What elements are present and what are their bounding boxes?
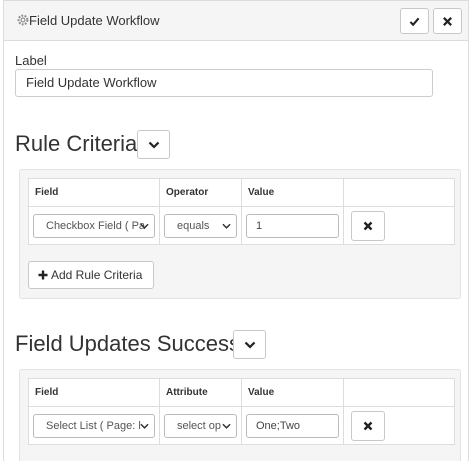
table-row: Checkbox Field ( Pa equals 1: [28, 206, 455, 245]
rule-criteria-toggle-button[interactable]: [137, 130, 170, 159]
field-select[interactable]: Select List ( Page: l: [33, 413, 155, 438]
gear-icon: [17, 14, 29, 26]
confirm-button[interactable]: [400, 8, 429, 34]
field-select-value: Select List ( Page: l: [46, 419, 141, 432]
column-header-field: Field: [28, 378, 160, 407]
chevron-down-icon: [222, 423, 231, 429]
rule-criteria-table: Field Operator Value Checkbox Field ( Pa: [28, 178, 455, 245]
column-header-operator: Operator: [159, 178, 242, 207]
chevron-down-icon: [140, 423, 149, 429]
chevron-down-icon: [140, 223, 149, 229]
add-rule-criteria-label: Add Rule Criteria: [51, 268, 143, 282]
column-header-actions: [343, 378, 455, 407]
field-updates-success-heading: Field Updates Success: [15, 331, 240, 356]
attribute-select[interactable]: select op: [164, 413, 237, 438]
value-input[interactable]: One;Two: [246, 413, 339, 438]
field-updates-success-well: Field Attribute Value Select List ( Page…: [19, 369, 461, 461]
remove-criteria-button[interactable]: [351, 210, 385, 241]
field-updates-table: Field Attribute Value Select List ( Page…: [28, 378, 455, 445]
close-button[interactable]: [433, 8, 462, 34]
close-icon: [363, 221, 373, 230]
plus-icon: [38, 270, 48, 280]
field-select-value: Checkbox Field ( Pa: [46, 219, 146, 232]
operator-select[interactable]: equals: [164, 213, 237, 238]
workflow-panel: Field Update Workflow Label Field Update…: [3, 0, 469, 461]
table-row: Select List ( Page: l select op One;Two: [28, 406, 455, 445]
column-header-actions: [343, 178, 455, 207]
attribute-select-value: select op: [177, 419, 222, 432]
label-field-label: Label: [15, 53, 47, 68]
check-icon: [409, 17, 420, 26]
add-rule-criteria-button[interactable]: Add Rule Criteria: [28, 261, 154, 289]
column-header-value: Value: [241, 378, 344, 407]
chevron-down-icon: [244, 341, 255, 349]
close-icon: [443, 16, 452, 26]
column-header-attribute: Attribute: [159, 378, 242, 407]
value-input[interactable]: 1: [246, 213, 339, 238]
field-updates-success-toggle-button[interactable]: [233, 330, 266, 359]
rule-criteria-heading: Rule Criteria: [15, 131, 138, 156]
label-input[interactable]: Field Update Workflow: [15, 69, 433, 97]
panel-header: Field Update Workflow: [4, 1, 468, 41]
chevron-down-icon: [222, 223, 231, 229]
column-header-field: Field: [28, 178, 160, 207]
table-header-row: Field Attribute Value: [28, 378, 455, 407]
close-icon: [363, 421, 373, 430]
field-select[interactable]: Checkbox Field ( Pa: [33, 213, 155, 238]
chevron-down-icon: [148, 141, 159, 149]
remove-field-update-button[interactable]: [351, 410, 385, 441]
rule-criteria-well: Field Operator Value Checkbox Field ( Pa: [19, 169, 461, 299]
table-header-row: Field Operator Value: [28, 178, 455, 207]
column-header-value: Value: [241, 178, 344, 207]
panel-title: Field Update Workflow: [29, 13, 160, 28]
operator-select-value: equals: [177, 219, 210, 232]
